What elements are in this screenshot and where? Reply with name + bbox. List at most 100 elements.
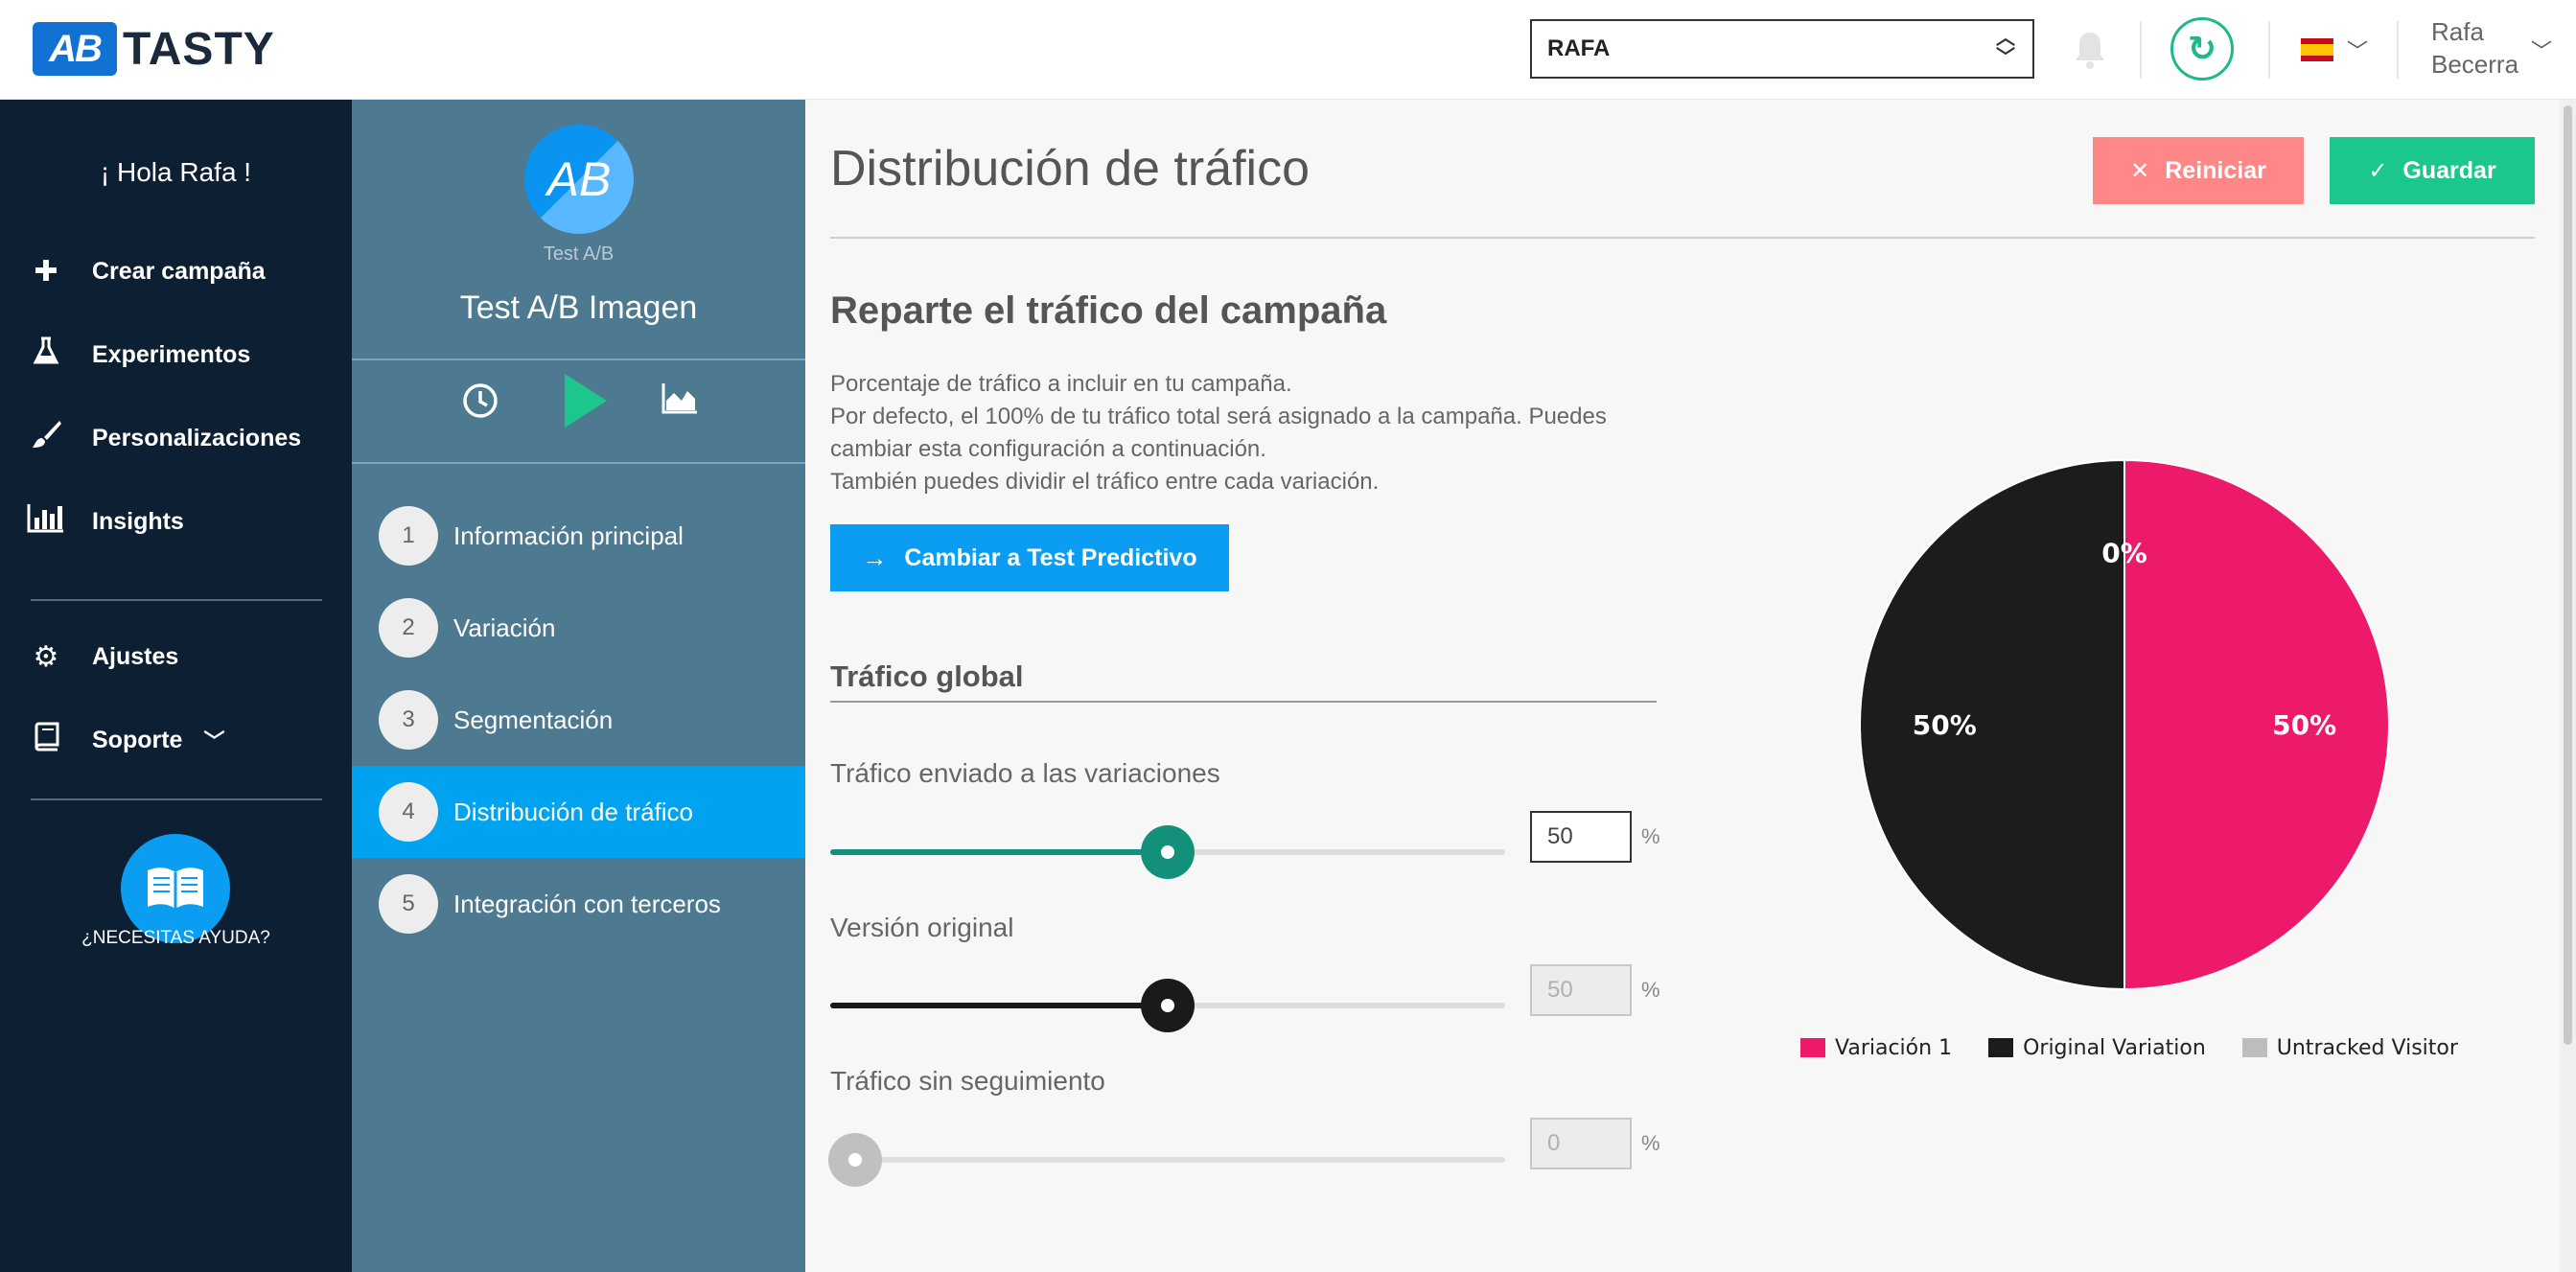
- campaign-avatar: AB: [524, 125, 634, 234]
- percent-sign: %: [1641, 824, 1660, 848]
- step-label: Información principal: [453, 520, 684, 550]
- account-select-value: RAFA: [1547, 35, 1611, 61]
- nav-divider: [31, 599, 322, 601]
- nav-experimentos[interactable]: Experimentos: [25, 331, 250, 379]
- top-bar: AB TASTY RAFA ︿ ﹀ ↻ ﹀ Rafa Becerra ﹀: [0, 0, 2576, 100]
- scrollbar-thumb[interactable]: [2564, 105, 2572, 1045]
- reset-button[interactable]: ✕ Reiniciar: [2093, 137, 2304, 204]
- title-divider: [830, 237, 2535, 239]
- nav-soporte[interactable]: Soporte ﹀: [25, 716, 224, 764]
- bell-icon[interactable]: [2071, 29, 2109, 71]
- select-arrows-icon: ︿ ﹀: [1996, 28, 2015, 68]
- step-distribucion-de-trafico[interactable]: 4 Distribución de tráfico: [352, 766, 805, 858]
- help-button[interactable]: [121, 834, 230, 943]
- divider: [2140, 21, 2142, 79]
- nav-crear-campana[interactable]: ✚ Crear campaña: [25, 247, 266, 295]
- legend-swatch: [1800, 1038, 1825, 1057]
- check-icon: ✓: [2368, 157, 2388, 184]
- user-menu[interactable]: Rafa Becerra: [2431, 15, 2518, 81]
- pie-slice-0: [2123, 458, 2390, 991]
- user-last-name: Becerra: [2431, 50, 2519, 79]
- percent-sign: %: [1641, 1131, 1660, 1155]
- slider-handle[interactable]: [1141, 979, 1195, 1032]
- step-integracion-con-terceros[interactable]: 5 Integración con terceros: [352, 858, 805, 950]
- slider-handle-dot: [848, 1153, 862, 1167]
- step-informacion-principal[interactable]: 1 Información principal: [352, 490, 805, 582]
- step-variacion[interactable]: 2 Variación: [352, 582, 805, 674]
- nav-label: Experimentos: [92, 340, 251, 368]
- campaign-actions: [352, 358, 805, 443]
- pie-slice-label-0: 50%: [2272, 709, 2336, 741]
- gear-icon: ⚙: [33, 640, 59, 673]
- predictive-label: Cambiar a Test Predictivo: [904, 543, 1197, 571]
- slider-label: Tráfico sin seguimiento: [830, 1066, 1105, 1096]
- divider: [352, 462, 805, 464]
- nav-personalizaciones[interactable]: Personalizaciones: [25, 414, 301, 462]
- original-version-input: 50: [1530, 964, 1632, 1016]
- help-label[interactable]: ¿NECESITAS AYUDA?: [0, 928, 352, 949]
- description-line: También puedes dividir el tráfico entre …: [830, 469, 1380, 495]
- description-line: Porcentaje de tráfico a incluir en tu ca…: [830, 371, 1292, 397]
- chevron-down-icon: ﹀: [203, 729, 225, 753]
- reset-label: Reiniciar: [2165, 156, 2266, 184]
- slider-handle-dot: [1161, 845, 1174, 859]
- legend-item-0[interactable]: Variación 1: [1800, 1036, 1952, 1060]
- slider-fill: [830, 1003, 1168, 1008]
- divider: [2268, 21, 2270, 79]
- step-label: Distribución de tráfico: [453, 797, 693, 826]
- chevron-down-icon[interactable]: ﹀: [2347, 35, 2368, 65]
- nav-ajustes[interactable]: ⚙ Ajustes: [25, 633, 179, 681]
- save-button[interactable]: ✓ Guardar: [2330, 137, 2535, 204]
- area-chart-icon[interactable]: [661, 382, 699, 416]
- slider-handle[interactable]: [1141, 825, 1195, 879]
- brush-icon: [25, 418, 67, 458]
- abtasty-logo[interactable]: AB TASTY: [33, 21, 275, 77]
- logo-text: TASTY: [123, 23, 275, 75]
- bar-chart-icon: [25, 502, 67, 541]
- legend-item-1[interactable]: Original Variation: [1988, 1036, 2206, 1060]
- step-number: 2: [379, 598, 438, 658]
- flask-icon: [25, 335, 67, 374]
- predictive-test-button[interactable]: → Cambiar a Test Predictivo: [830, 524, 1229, 591]
- slider-handle[interactable]: [828, 1133, 882, 1187]
- refresh-icon[interactable]: ↻: [2170, 17, 2234, 81]
- nav-label: Crear campaña: [92, 257, 266, 285]
- description: Porcentaje de tráfico a incluir en tu ca…: [830, 368, 1674, 498]
- legend-item-2[interactable]: Untracked Visitor: [2241, 1035, 2458, 1060]
- legend-swatch: [1988, 1038, 2014, 1057]
- step-label: Integración con terceros: [453, 889, 721, 918]
- step-segmentacion[interactable]: 3 Segmentación: [352, 674, 805, 766]
- left-nav: ¡ Hola Rafa ! ✚ Crear campaña Experiment…: [0, 100, 352, 1272]
- slider-handle-dot: [1161, 999, 1174, 1012]
- account-select[interactable]: RAFA ︿ ﹀: [1530, 19, 2034, 79]
- traffic-pie-chart: 50% 50% 0%: [1859, 458, 2390, 991]
- step-label: Segmentación: [453, 705, 614, 734]
- pie-slice-1: [1859, 458, 2125, 991]
- play-icon[interactable]: [561, 372, 609, 429]
- nav-insights[interactable]: Insights: [25, 497, 184, 545]
- untracked-traffic-input: 0: [1530, 1118, 1632, 1169]
- percent-sign: %: [1641, 978, 1660, 1002]
- variations-traffic-input[interactable]: 50: [1530, 811, 1632, 863]
- user-first-name: Rafa: [2431, 17, 2484, 46]
- open-book-icon: [148, 867, 203, 909]
- step-number: 5: [379, 874, 438, 934]
- pie-slice-label-2: 0%: [2101, 538, 2147, 569]
- spain-flag-icon[interactable]: [2301, 38, 2333, 61]
- greeting: ¡ Hola Rafa !: [100, 157, 252, 187]
- slider-label: Versión original: [830, 913, 1014, 942]
- clock-icon[interactable]: [461, 382, 499, 420]
- legend-label: Untracked Visitor: [2276, 1035, 2458, 1060]
- chart-legend: Variación 1 Original Variation Untracked V…: [1800, 1033, 2495, 1062]
- global-traffic-divider: [830, 701, 1657, 703]
- step-number: 4: [379, 782, 438, 842]
- step-label: Variación: [453, 613, 556, 642]
- legend-label: Variación 1: [1835, 1035, 1953, 1060]
- plus-icon: ✚: [34, 255, 58, 288]
- chevron-down-icon[interactable]: ﹀: [2531, 35, 2552, 65]
- page-title: Distribución de tráfico: [830, 141, 1310, 197]
- campaign-type: Test A/B: [543, 243, 615, 265]
- slider-track[interactable]: [830, 1157, 1505, 1163]
- legend-label: Original Variation: [2023, 1035, 2206, 1060]
- campaign-panel: AB Test A/B Test A/B Imagen 1 Informació…: [352, 100, 805, 1272]
